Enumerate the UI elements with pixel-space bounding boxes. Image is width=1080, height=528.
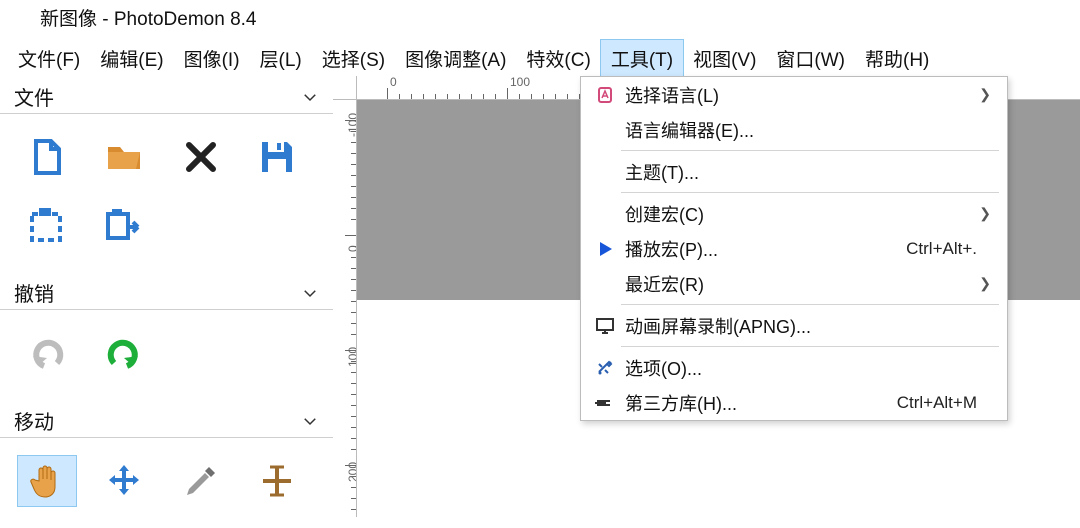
ruler-vertical: -1000100200 [333, 100, 357, 517]
new-file-button[interactable] [18, 132, 76, 182]
menu-帮助h[interactable]: 帮助(H) [855, 40, 939, 77]
title-bar: 新图像 - PhotoDemon 8.4 [0, 0, 1080, 40]
chevron-down-icon [301, 412, 319, 430]
menu-item-label: 选项(O)... [621, 355, 977, 381]
menu-图像i[interactable]: 图像(I) [174, 40, 250, 77]
submenu-arrow-icon: ❯ [977, 86, 991, 103]
menu-item[interactable]: 最近宏(R)❯ [581, 266, 1007, 301]
tools-menu-dropdown: 选择语言(L)❯语言编辑器(E)...主题(T)...创建宏(C)❯播放宏(P)… [580, 76, 1008, 421]
chevron-down-icon [301, 284, 319, 302]
redo-button[interactable] [95, 328, 153, 378]
close-button[interactable] [172, 132, 230, 182]
menu-item-label: 第三方库(H)... [621, 390, 897, 416]
submenu-arrow-icon: ❯ [977, 205, 991, 222]
menu-item-label: 创建宏(C) [621, 201, 977, 227]
chevron-down-icon [301, 88, 319, 106]
menu-item-shortcut: Ctrl+Alt+. [906, 239, 977, 259]
sidebar: 文件 撤销 [0, 76, 333, 517]
menu-separator [621, 304, 999, 305]
menu-bar: 文件(F)编辑(E)图像(I)层(L)选择(S)图像调整(A)特效(C)工具(T… [0, 40, 1080, 76]
menu-item-shortcut: Ctrl+Alt+M [897, 393, 977, 413]
ruler-corner [333, 76, 357, 100]
menu-视图v[interactable]: 视图(V) [683, 40, 766, 77]
plugin-icon [589, 393, 621, 413]
panel-header-undo[interactable]: 撤销 [0, 272, 333, 310]
move-tool[interactable] [95, 456, 153, 506]
save-copy-button[interactable] [18, 200, 76, 250]
move-tools [0, 438, 333, 528]
menu-item-label: 选择语言(L) [621, 82, 977, 108]
menu-item[interactable]: 创建宏(C)❯ [581, 196, 1007, 231]
panel-title: 移动 [14, 406, 54, 435]
submenu-arrow-icon: ❯ [977, 275, 991, 292]
menu-特效c[interactable]: 特效(C) [516, 40, 600, 77]
menu-图像调整a[interactable]: 图像调整(A) [395, 40, 516, 77]
save-button[interactable] [248, 132, 306, 182]
panel-title: 撤销 [14, 278, 54, 307]
panel-header-move[interactable]: 移动 [0, 400, 333, 438]
menu-item[interactable]: 语言编辑器(E)... [581, 112, 1007, 147]
menu-item-label: 语言编辑器(E)... [621, 117, 977, 143]
menu-层l[interactable]: 层(L) [250, 40, 312, 77]
menu-separator [621, 150, 999, 151]
language-icon [589, 85, 621, 105]
menu-item[interactable]: 播放宏(P)...Ctrl+Alt+. [581, 231, 1007, 266]
menu-item[interactable]: 动画屏幕录制(APNG)... [581, 308, 1007, 343]
measure-tool[interactable] [248, 456, 306, 506]
menu-item-label: 动画屏幕录制(APNG)... [621, 313, 977, 339]
options-icon [589, 358, 621, 378]
window-title: 新图像 - PhotoDemon 8.4 [40, 9, 256, 30]
menu-选择s[interactable]: 选择(S) [312, 40, 395, 77]
hand-tool[interactable] [18, 456, 76, 506]
menu-separator [621, 192, 999, 193]
menu-文件f[interactable]: 文件(F) [8, 40, 90, 77]
menu-item-label: 主题(T)... [621, 159, 977, 185]
menu-item[interactable]: 第三方库(H)...Ctrl+Alt+M [581, 385, 1007, 420]
eyedropper-tool[interactable] [172, 456, 230, 506]
monitor-icon [589, 316, 621, 336]
menu-item-label: 播放宏(P)... [621, 236, 906, 262]
play-icon [589, 239, 621, 259]
menu-编辑e[interactable]: 编辑(E) [90, 40, 173, 77]
menu-item[interactable]: 选择语言(L)❯ [581, 77, 1007, 112]
export-button[interactable] [95, 200, 153, 250]
undo-button[interactable] [18, 328, 76, 378]
menu-item[interactable]: 选项(O)... [581, 350, 1007, 385]
panel-header-file[interactable]: 文件 [0, 76, 333, 114]
menu-工具t[interactable]: 工具(T) [601, 40, 683, 77]
open-folder-button[interactable] [95, 132, 153, 182]
panel-title: 文件 [14, 82, 54, 111]
menu-窗口w[interactable]: 窗口(W) [766, 40, 855, 77]
menu-separator [621, 346, 999, 347]
menu-item-label: 最近宏(R) [621, 271, 977, 297]
undo-tools [0, 310, 333, 400]
menu-item[interactable]: 主题(T)... [581, 154, 1007, 189]
file-tools [0, 114, 333, 272]
